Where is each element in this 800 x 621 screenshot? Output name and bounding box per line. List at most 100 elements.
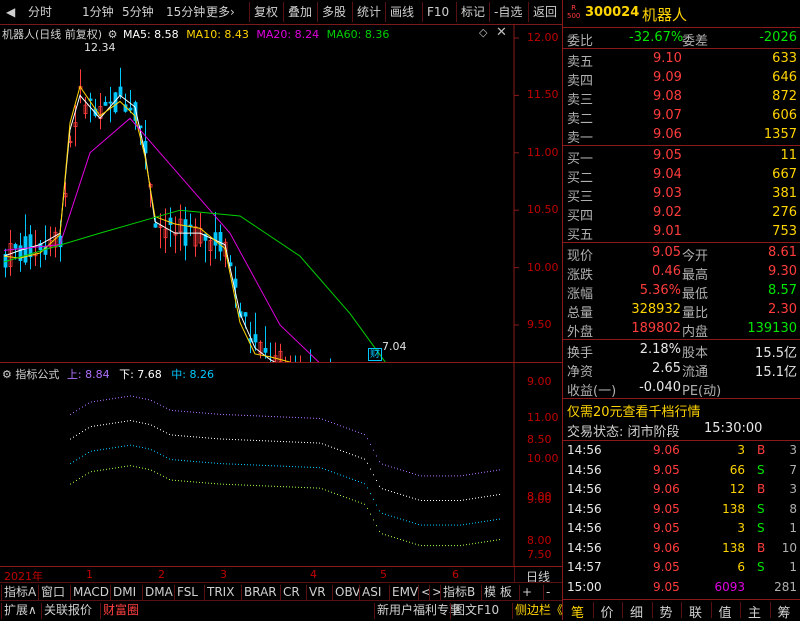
panel-tab[interactable]: 笔	[571, 602, 584, 621]
band-dot	[238, 414, 239, 416]
bid-row[interactable]: 买一 9.05 11	[563, 147, 800, 167]
band-dot	[340, 449, 341, 451]
band-dot	[127, 445, 128, 447]
candlestick-chart[interactable]	[0, 24, 562, 362]
band-dot	[394, 516, 395, 518]
toolbar-right-btn-8[interactable]: 返回	[533, 4, 557, 20]
toolbar-btn-0[interactable]: 分时	[28, 4, 52, 20]
indicator-tab[interactable]: 窗口	[41, 585, 65, 600]
band-dot	[289, 416, 290, 418]
depth-promo[interactable]: 仅需20元查看千档行情	[567, 401, 701, 420]
band-dot	[367, 507, 368, 509]
date-label: 1	[86, 568, 93, 581]
band-dot	[496, 519, 497, 521]
close-icon[interactable]: ✕	[496, 25, 507, 40]
tick-row: 14:56 9.05 138 S 8	[563, 501, 800, 520]
toolbar-right-btn-0[interactable]: 复权	[254, 4, 278, 20]
toolbar-right-btn-6[interactable]: 标记	[461, 4, 485, 20]
ask-row[interactable]: 卖三 9.08 872	[563, 88, 800, 108]
status-right-item[interactable]: 新用户福利专享	[377, 603, 461, 618]
panel-tab[interactable]: 价	[601, 602, 614, 621]
bid-row[interactable]: 买四 9.02 276	[563, 204, 800, 224]
indicator-tab[interactable]: VR	[309, 585, 326, 600]
band-dot	[382, 488, 383, 490]
band-dot	[352, 429, 353, 431]
band-dot	[415, 543, 416, 545]
band-dot	[217, 438, 218, 440]
tick-volume: 66	[729, 462, 745, 477]
indicator-tab[interactable]: BRAR	[244, 585, 277, 600]
ask-row[interactable]: 卖二 9.07 606	[563, 107, 800, 127]
toolbar-right-btn-5[interactable]: F10	[427, 4, 449, 20]
indicator-tab[interactable]: -	[546, 585, 550, 600]
band-dot	[448, 524, 449, 526]
toolbar-btn-1[interactable]: 1分钟	[82, 4, 114, 20]
panel-tab[interactable]: 主	[748, 602, 761, 621]
ma5-label: MA5: 8.58	[122, 28, 179, 41]
indicator-settings-icon[interactable]: ⚙	[2, 368, 12, 381]
status-left-item[interactable]: 财富圈	[103, 603, 139, 618]
toolbar-right-btn-2[interactable]: 多股	[322, 4, 346, 20]
toolbar-right-btn-7[interactable]: -自选	[494, 4, 522, 20]
toolbar-left-arrow-icon[interactable]: ◀	[6, 4, 15, 20]
indicator-tab[interactable]: FSL	[177, 585, 198, 600]
band-dot	[292, 441, 293, 443]
panel-tab[interactable]: 势	[660, 602, 673, 621]
indicator-tab[interactable]: DMA	[145, 585, 173, 600]
indicator-tab[interactable]: OBV	[335, 585, 361, 600]
toolbar-btn-3[interactable]: 15分钟	[166, 4, 205, 20]
toolbar-btn-4[interactable]: 更多›	[206, 4, 235, 20]
tick-time: 15:00	[567, 579, 602, 594]
indicator-tab[interactable]: 模 板	[484, 585, 512, 600]
indicator-plot[interactable]	[0, 363, 562, 567]
indicator-tab[interactable]: CR	[283, 585, 300, 600]
band-dot	[337, 448, 338, 450]
indicator-tab[interactable]: DMI	[113, 585, 136, 600]
bid-price: 9.01	[653, 224, 682, 239]
band-dot	[271, 485, 272, 487]
toolbar-right-btn-3[interactable]: 统计	[357, 4, 381, 20]
indicator-tab[interactable]: TRIX	[207, 585, 234, 600]
band-dot	[490, 540, 491, 542]
band-dot	[322, 418, 323, 420]
settings-icon[interactable]: ⚙	[108, 28, 118, 41]
status-left-item[interactable]: 关联报价	[44, 603, 92, 618]
indicator-tab[interactable]: ASI	[362, 585, 381, 600]
toolbar-btn-2[interactable]: 5分钟	[122, 4, 154, 20]
toolbar-right-btn-1[interactable]: 叠加	[288, 4, 312, 20]
status-right-item[interactable]: 图文F10	[453, 603, 499, 618]
band-dot	[202, 461, 203, 463]
band-dot	[235, 484, 236, 486]
indicator-tab[interactable]: 指标B	[443, 585, 475, 600]
panel-tab[interactable]: 细	[630, 602, 643, 621]
status-left-item[interactable]: 扩展∧	[4, 603, 37, 618]
indicator-tab[interactable]: 指标A	[4, 585, 36, 600]
indicator-tab[interactable]: MACD	[73, 585, 109, 600]
ask-row[interactable]: 卖五 9.10 633	[563, 50, 800, 70]
band-dot	[475, 522, 476, 524]
bid-row[interactable]: 买三 9.03 381	[563, 185, 800, 205]
ask-row[interactable]: 卖四 9.09 646	[563, 69, 800, 89]
band-dot	[397, 538, 398, 540]
bid-volume: 11	[780, 148, 797, 163]
panel-tab[interactable]: 联	[689, 602, 702, 621]
band-dot	[301, 441, 302, 443]
panel-tab[interactable]: 筹	[778, 602, 791, 621]
status-right-item[interactable]: 侧边栏《	[515, 603, 563, 618]
indicator-tab[interactable]: EMV	[392, 585, 418, 600]
bid-row[interactable]: 买五 9.01 753	[563, 223, 800, 243]
bid-row[interactable]: 买二 9.04 667	[563, 166, 800, 186]
indicator-tab[interactable]: +	[522, 585, 532, 600]
diamond-icon[interactable]: ◇	[479, 26, 487, 39]
candle-body	[183, 219, 188, 246]
finance-badge[interactable]: 财	[368, 348, 382, 361]
band-dot	[379, 510, 380, 512]
candle-body	[118, 86, 123, 96]
band-dot	[271, 415, 272, 417]
band-dot	[214, 438, 215, 440]
band-dot	[100, 424, 101, 426]
toolbar-right-btn-4[interactable]: 画线	[390, 4, 414, 20]
band-dot	[97, 425, 98, 427]
ask-row[interactable]: 卖一 9.06 1357	[563, 126, 800, 146]
panel-tab[interactable]: 值	[719, 602, 732, 621]
